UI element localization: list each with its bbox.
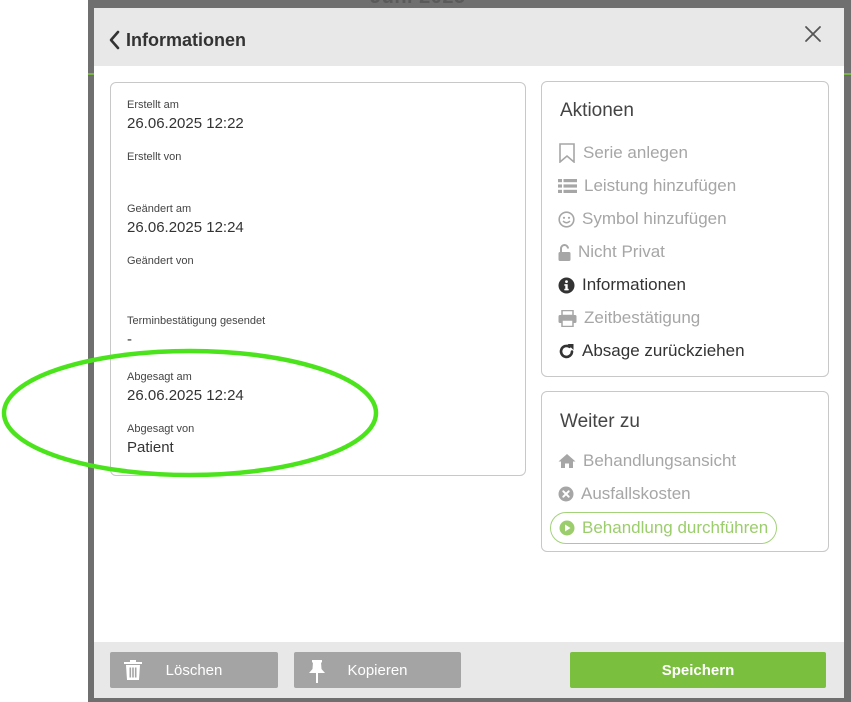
info-icon [558,277,575,294]
field-label: Erstellt am [127,99,179,111]
action-add-service[interactable]: Leistung hinzufügen [558,174,736,198]
field-value: Patient [127,439,174,456]
field-changed-by: Geändert von [127,254,194,270]
action-label: Ausfallskosten [581,484,691,503]
field-label: Abgesagt am [127,371,192,383]
action-label: Symbol hinzufügen [582,209,727,228]
field-label: Geändert von [127,255,194,267]
action-information[interactable]: Informationen [558,273,686,297]
field-label: Geändert am [127,203,192,215]
field-label: Terminbestätigung gesendet [127,315,266,327]
field-value: 26.06.2025 12:22 [127,115,244,132]
actions-panel: Aktionen Serie anlegen Leistung hinzufüg… [541,81,829,377]
go-to-panel: Weiter zu Behandlungsansicht Ausfallskos… [541,391,829,552]
goto-treatment-view[interactable]: Behandlungsansicht [558,449,736,473]
action-label: Informationen [582,275,686,294]
action-withdraw-cancellation[interactable]: Absage zurückziehen [558,339,745,363]
appointment-info-box: Erstellt am 26.06.2025 12:22 Erstellt vo… [110,82,526,476]
back-button[interactable]: Informationen [108,28,246,52]
delete-button[interactable]: Löschen [110,652,278,688]
action-create-series[interactable]: Serie anlegen [558,141,688,165]
action-label: Zeitbestätigung [584,308,701,327]
action-not-private[interactable]: Nicht Privat [558,240,665,264]
field-created-by: Erstellt von [127,150,181,166]
field-changed-at: Geändert am 26.06.2025 12:24 [127,202,244,238]
copy-label: Kopieren [347,661,408,679]
save-button[interactable]: Speichern [570,652,826,688]
dialog-footer: Löschen Kopieren Speichern [94,642,844,698]
action-label: Behandlungsansicht [583,451,737,470]
dialog-title: Informationen [126,29,246,50]
field-cancelled-by: Abgesagt von Patient [127,422,194,458]
delete-label: Löschen [165,661,223,679]
print-icon [558,309,577,327]
field-label: Erstellt von [127,151,182,163]
background-divider-right [844,73,851,75]
action-label: Behandlung durchführen [582,518,769,537]
list-icon [558,179,577,193]
goto-cancellation-costs[interactable]: Ausfallskosten [558,482,691,506]
save-label: Speichern [661,661,735,679]
copy-button[interactable]: Kopieren [294,652,461,688]
smiley-icon [558,210,575,228]
field-confirmation-sent: Terminbestätigung gesendet - [127,314,265,350]
action-add-symbol[interactable]: Symbol hinzufügen [558,207,727,231]
field-cancelled-at: Abgesagt am 26.06.2025 12:24 [127,370,244,406]
field-value: - [127,331,132,348]
pin-icon [308,660,326,688]
x-circle-icon [558,486,574,502]
action-label: Absage zurückziehen [582,341,745,360]
home-icon [558,453,576,469]
field-value: 26.06.2025 12:24 [127,219,244,236]
bookmark-icon [558,143,576,163]
goto-perform-treatment[interactable]: Behandlung durchführen [550,512,778,544]
field-label: Abgesagt von [127,423,195,435]
field-value: 26.06.2025 12:24 [127,387,244,404]
unlock-icon [558,243,571,261]
dialog-header: Informationen [94,8,844,66]
go-to-panel-title: Weiter zu [560,411,640,432]
trash-icon [124,660,142,684]
redo-icon [558,343,575,360]
close-button[interactable] [804,25,824,45]
close-icon [804,26,822,47]
action-time-confirmation[interactable]: Zeitbestätigung [558,306,700,330]
field-created-at: Erstellt am 26.06.2025 12:22 [127,98,244,134]
action-label: Serie anlegen [583,143,688,162]
play-circle-icon [559,520,575,536]
actions-panel-title: Aktionen [560,100,634,121]
information-dialog: Informationen Erstellt am 26.06.2025 12:… [94,8,844,698]
action-label: Leistung hinzufügen [584,176,737,195]
chevron-left-icon [108,30,120,50]
action-label: Nicht Privat [578,242,665,261]
